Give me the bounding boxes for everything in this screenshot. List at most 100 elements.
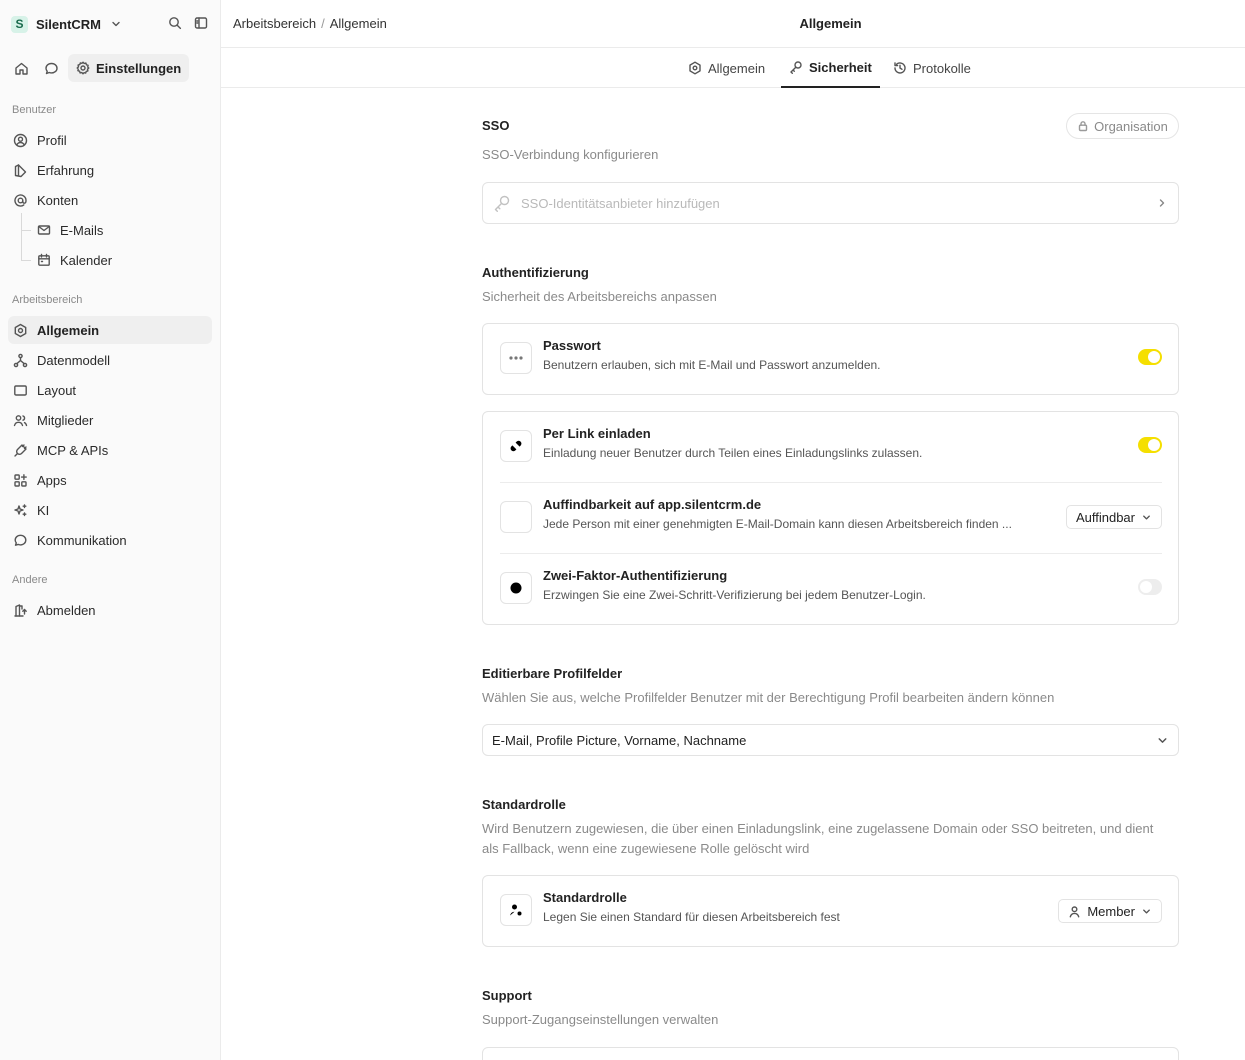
- users-icon: [13, 413, 28, 428]
- profile-fields-heading: Editierbare Profilfelder: [482, 666, 623, 681]
- sidebar-item-label: Erfahrung: [37, 162, 95, 178]
- profile-fields-select[interactable]: E-Mail, Profile Picture, Vorname, Nachna…: [482, 724, 1179, 756]
- search-icon[interactable]: [168, 16, 182, 30]
- sidebar-item-label: Profil: [37, 132, 67, 148]
- layout-icon: [13, 383, 28, 398]
- chevron-down-icon: [1141, 512, 1152, 523]
- sidebar-item-label: Mitglieder: [37, 412, 94, 428]
- mail-icon: [37, 223, 51, 237]
- sidebar-item-label: MCP & APIs: [37, 442, 109, 458]
- sidebar-item-profile[interactable]: Profil: [8, 126, 212, 154]
- user-circle-icon: [13, 133, 28, 148]
- sidebar-item-logout[interactable]: Abmelden: [8, 596, 212, 624]
- hierarchy-icon: [13, 353, 28, 368]
- default-role-value: Member: [1087, 903, 1135, 919]
- sidebar-item-label: Abmelden: [37, 602, 96, 618]
- lifebuoy-icon: [500, 572, 532, 604]
- sidebar-item-emails[interactable]: E-Mails: [32, 216, 212, 244]
- sidebar-item-layout[interactable]: Layout: [8, 376, 212, 404]
- support-card: [482, 1047, 1179, 1060]
- hexagon-settings-icon: [13, 323, 28, 338]
- discoverability-select[interactable]: Auffindbar: [1065, 505, 1162, 529]
- tab-security[interactable]: Sicherheit: [781, 48, 880, 88]
- profile-fields-value: E-Mail, Profile Picture, Vorname, Nachna…: [492, 732, 747, 748]
- section-label-other: Andere: [12, 574, 48, 586]
- home-icon[interactable]: [8, 54, 34, 82]
- palette-icon: [13, 163, 28, 178]
- auth-heading: Authentifizierung: [482, 265, 589, 280]
- default-role-heading: Standardrolle: [482, 797, 566, 812]
- top-bar: Arbeitsbereich / Allgemein Allgemein: [221, 0, 1245, 48]
- sidebar-item-members[interactable]: Mitglieder: [8, 406, 212, 434]
- default-role-row-title: Standardrolle: [543, 890, 627, 905]
- chevron-right-icon: [1156, 197, 1168, 209]
- key-icon: [493, 194, 511, 212]
- lock-icon: [1077, 120, 1089, 132]
- settings-nav-button[interactable]: Einstellungen: [68, 54, 190, 82]
- discoverability-row: Auffindbarkeit auf app.silentcrm.de Jede…: [500, 491, 1162, 554]
- password-row: Passwort Benutzern erlauben, sich mit E-…: [500, 332, 1162, 388]
- sidebar-item-label: Kalender: [60, 252, 113, 268]
- apps-grid-icon: [13, 473, 28, 488]
- sidebar-item-ai[interactable]: KI: [8, 496, 212, 524]
- tab-bar: Allgemein Sicherheit Protokolle: [221, 48, 1245, 88]
- sidebar: S SilentCRM Einstellungen Benutzer Profi…: [0, 0, 221, 1060]
- sidebar-item-data-model[interactable]: Datenmodell: [8, 346, 212, 374]
- password-title: Passwort: [543, 338, 601, 353]
- sidebar-item-label: Datenmodell: [37, 352, 110, 368]
- tab-label: Protokolle: [913, 60, 971, 76]
- list-icon: [500, 501, 532, 533]
- chevron-down-icon: [110, 18, 122, 30]
- add-sso-provider-label: SSO-Identitätsanbieter hinzufügen: [521, 195, 720, 211]
- sidebar-item-mcp-apis[interactable]: MCP & APIs: [8, 436, 212, 464]
- sidebar-item-communication[interactable]: Kommunikation: [8, 526, 212, 554]
- sidebar-item-label: Allgemein: [37, 322, 100, 338]
- add-sso-provider-button[interactable]: SSO-Identitätsanbieter hinzufügen: [482, 182, 1179, 224]
- plug-icon: [13, 443, 28, 458]
- invite-link-toggle[interactable]: [1138, 437, 1162, 453]
- link-icon: [500, 430, 532, 462]
- message-circle-icon: [13, 533, 28, 548]
- divider: [500, 482, 1162, 483]
- tab-label: Sicherheit: [809, 59, 872, 75]
- invite-link-subtitle: Einladung neuer Benutzer durch Teilen ei…: [543, 446, 923, 460]
- default-role-select[interactable]: Member: [1058, 899, 1162, 923]
- sidebar-item-experience[interactable]: Erfahrung: [8, 156, 212, 184]
- default-role-row: Standardrolle Legen Sie einen Standard f…: [500, 884, 1162, 940]
- workspace-name: SilentCRM: [36, 16, 101, 32]
- sidebar-item-label: KI: [37, 502, 50, 518]
- tree-branch: [21, 230, 31, 231]
- two-factor-row: Zwei-Faktor-Authentifizierung Erzwingen …: [500, 562, 1162, 618]
- tab-general[interactable]: Allgemein: [680, 48, 773, 88]
- sidebar-item-apps[interactable]: Apps: [8, 466, 212, 494]
- profile-fields-description: Wählen Sie aus, welche Profilfelder Benu…: [482, 690, 1055, 705]
- tree-branch: [21, 260, 31, 261]
- sparkles-icon: [13, 503, 28, 518]
- default-role-description: Wird Benutzern zugewiesen, die über eine…: [482, 821, 1154, 856]
- workspace-logo: S: [11, 15, 28, 33]
- two-factor-title: Zwei-Faktor-Authentifizierung: [543, 568, 728, 583]
- two-factor-toggle[interactable]: [1138, 579, 1162, 595]
- two-factor-subtitle: Erzwingen Sie eine Zwei-Schritt-Verifizi…: [543, 588, 926, 602]
- sidebar-item-label: E-Mails: [60, 222, 104, 238]
- user-settings-icon: [500, 894, 532, 926]
- password-dots-icon: [500, 342, 532, 374]
- sidebar-item-label: Konten: [37, 192, 79, 208]
- sso-heading: SSO: [482, 118, 510, 133]
- sidebar-toggle-icon[interactable]: [194, 16, 208, 30]
- sidebar-item-label: Kommunikation: [37, 532, 127, 548]
- tab-logs[interactable]: Protokolle: [885, 48, 979, 88]
- password-toggle[interactable]: [1138, 349, 1162, 365]
- calendar-icon: [37, 253, 51, 267]
- sidebar-item-general[interactable]: Allgemein: [8, 316, 212, 344]
- logout-icon: [13, 603, 28, 618]
- sidebar-item-accounts[interactable]: Konten: [8, 186, 212, 214]
- section-label-workspace: Arbeitsbereich: [12, 294, 83, 306]
- sidebar-item-label: Layout: [37, 382, 77, 398]
- sidebar-item-calendar[interactable]: Kalender: [32, 246, 212, 274]
- page-title: Allgemein: [799, 16, 862, 31]
- tab-label: Allgemein: [708, 60, 766, 76]
- chat-icon[interactable]: [38, 54, 64, 82]
- invite-link-row: Per Link einladen Einladung neuer Benutz…: [500, 420, 1162, 483]
- default-role-row-subtitle: Legen Sie einen Standard für diesen Arbe…: [543, 910, 840, 924]
